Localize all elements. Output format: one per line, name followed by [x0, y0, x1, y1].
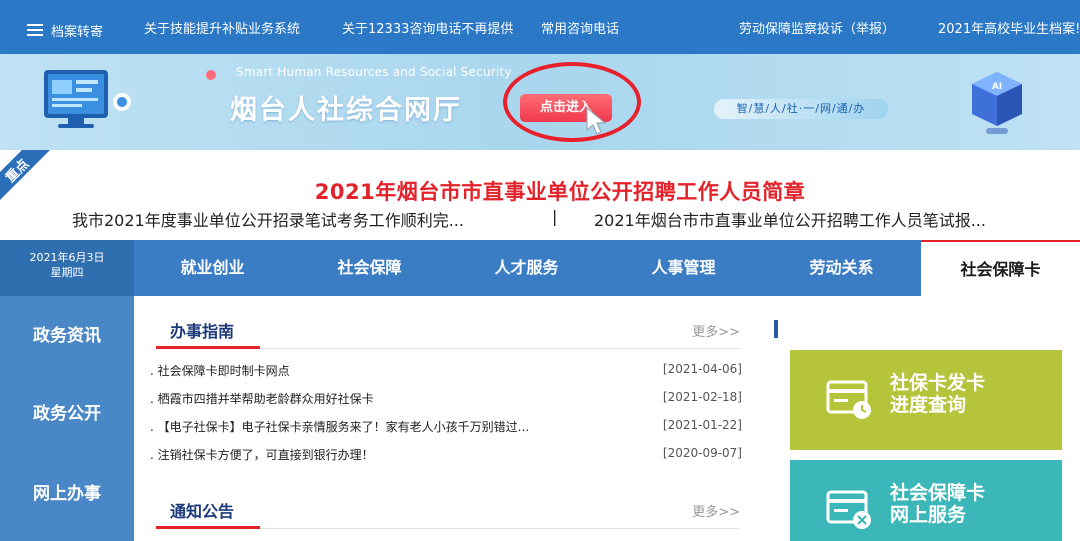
card-service-line1: 社会保障卡 — [890, 482, 986, 504]
banner-title: 烟台人社综合网厅 — [230, 95, 462, 126]
tab-social-security-card[interactable]: 社会保障卡 — [921, 240, 1080, 296]
news-title[interactable]: . 注销社保卡方便了，可直接到银行办理！ — [150, 446, 374, 463]
list-item[interactable]: . 【电子社保卡】电子社保卡亲情服务来了！家有老人小孩千万别错过... [202… — [150, 418, 742, 446]
headline-subnews: 我市2021年度事业单位公开招录笔试考务工作顺利完... | 2021年烟台市市… — [0, 207, 1080, 231]
main-tab-bar: 2021年6月3日 星期四 就业创业 社会保障 人才服务 人事管理 劳动关系 社… — [0, 240, 1080, 296]
card-issuance-line1: 社保卡发卡 — [890, 372, 986, 394]
nav-link-12333[interactable]: 关于12333咨询电话不再提供 — [342, 0, 513, 54]
card-service-icon — [826, 490, 871, 529]
title-dot — [206, 70, 216, 80]
guide-more-link[interactable]: 更多>> — [692, 321, 740, 340]
guide-news-list: . 社会保障卡即时制卡网点 [2021-04-06] . 栖霞市四措并举帮助老龄… — [150, 362, 742, 474]
card-issuance-label: 社保卡发卡 进度查询 — [890, 372, 985, 416]
news-date: [2020-09-07] — [662, 446, 742, 460]
news-date: [2021-02-18] — [662, 390, 742, 404]
banner: Smart Human Resources and Social Securit… — [0, 54, 1080, 150]
cursor-icon — [586, 106, 607, 135]
guide-title-underline — [156, 346, 260, 349]
card-issuance-progress[interactable]: 社保卡发卡 进度查询 — [790, 350, 1062, 450]
nav-link-skill-subsidy[interactable]: 关于技能提升补贴业务系统 — [144, 0, 300, 54]
notice-title: 通知公告 — [170, 502, 235, 521]
current-date: 2021年6月3日 — [29, 251, 105, 264]
slogan-badge: 智/慧/人/社·一/网/通/办 — [714, 99, 888, 119]
subnews-link-exam-complete[interactable]: 我市2021年度事业单位公开招录笔试考务工作顺利完... — [72, 207, 464, 231]
archive-transfer-label: 档案转寄 — [51, 24, 104, 40]
nav-link-consult-phone[interactable]: 常用咨询电话 — [541, 0, 619, 54]
news-date: [2021-01-22] — [662, 418, 742, 432]
card-progress-icon — [826, 380, 871, 419]
headline-title[interactable]: 2021年烟台市市直事业单位公开招聘工作人员简章 — [0, 176, 1080, 206]
tab-labor-relations[interactable]: 劳动关系 — [762, 240, 921, 296]
notice-section-header: 通知公告 更多>> — [156, 498, 740, 529]
sidebar-item-gov-open[interactable]: 政务公开 — [0, 394, 134, 434]
notice-title-underline — [156, 526, 260, 529]
tab-list: 就业创业 社会保障 人才服务 人事管理 劳动关系 — [134, 240, 921, 296]
left-sidebar: 政务资讯 政务公开 网上办事 — [0, 296, 134, 541]
tab-personnel[interactable]: 人事管理 — [605, 240, 762, 296]
current-weekday: 星期四 — [50, 266, 84, 279]
list-item[interactable]: . 社会保障卡即时制卡网点 [2021-04-06] — [150, 362, 742, 390]
card-online-service[interactable]: 社会保障卡 网上服务 — [790, 460, 1062, 541]
card-issuance-line2: 进度查询 — [890, 394, 967, 416]
news-title[interactable]: . 栖霞市四措并举帮助老龄群众用好社保卡 — [150, 390, 374, 407]
smart-device-illustration-icon — [44, 70, 131, 128]
menu-icon — [27, 23, 43, 37]
subnews-link-exam-registration[interactable]: 2021年烟台市市直事业单位公开招聘工作人员笔试报... — [594, 207, 986, 231]
headline-section: 重点 2021年烟台市市直事业单位公开招聘工作人员简章 我市2021年度事业单位… — [0, 150, 1080, 240]
nav-link-labor-complaint[interactable]: 劳动保障监察投诉（举报） — [739, 0, 895, 54]
list-item[interactable]: . 栖霞市四措并举帮助老龄群众用好社保卡 [2021-02-18] — [150, 390, 742, 418]
guide-title: 办事指南 — [170, 322, 235, 341]
news-title[interactable]: . 社会保障卡即时制卡网点 — [150, 362, 290, 379]
ai-label: AI — [992, 82, 1002, 92]
tab-talent-service[interactable]: 人才服务 — [448, 240, 605, 296]
nav-link-graduate-archive[interactable]: 2021年高校毕业生档案! — [938, 0, 1080, 54]
guide-section-header: 办事指南 更多>> — [156, 318, 740, 349]
tab-social-security[interactable]: 社会保障 — [291, 240, 448, 296]
date-display: 2021年6月3日 星期四 — [0, 240, 134, 296]
archive-transfer-link[interactable]: 档案转寄 — [27, 0, 103, 60]
right-column-marker — [774, 320, 778, 338]
tab-employment[interactable]: 就业创业 — [134, 240, 291, 296]
news-title[interactable]: . 【电子社保卡】电子社保卡亲情服务来了！家有老人小孩千万别错过... — [150, 418, 529, 435]
list-item[interactable]: . 注销社保卡方便了，可直接到银行办理！ [2020-09-07] — [150, 446, 742, 474]
sidebar-item-gov-news[interactable]: 政务资讯 — [0, 316, 134, 356]
banner-english-title: Smart Human Resources and Social Securit… — [236, 65, 512, 79]
card-service-label: 社会保障卡 网上服务 — [890, 482, 985, 526]
card-service-line2: 网上服务 — [890, 504, 967, 526]
subnews-separator: | — [552, 207, 558, 226]
news-date: [2021-04-06] — [662, 362, 742, 376]
ai-cube-icon: AI — [972, 72, 1022, 134]
notice-more-link[interactable]: 更多>> — [692, 501, 740, 520]
top-nav: 档案转寄 关于技能提升补贴业务系统 关于12333咨询电话不再提供 常用咨询电话… — [0, 0, 1080, 54]
sidebar-item-online-service[interactable]: 网上办事 — [0, 474, 134, 514]
